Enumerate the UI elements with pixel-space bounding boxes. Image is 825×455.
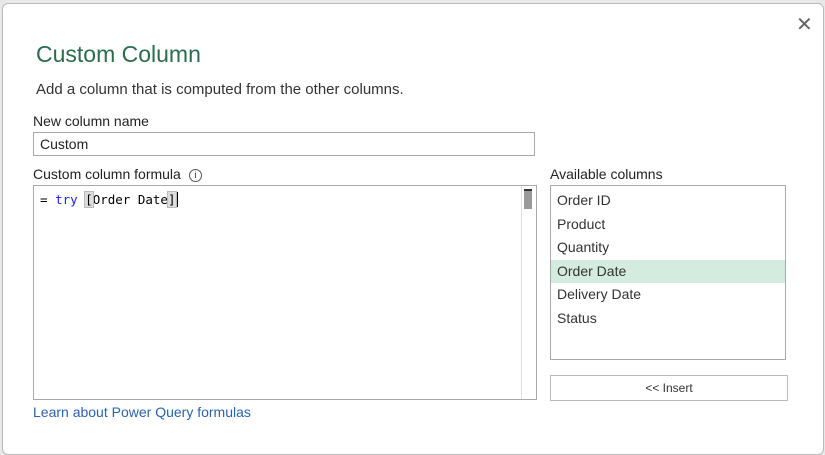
- insert-button[interactable]: << Insert: [550, 375, 788, 401]
- info-icon[interactable]: i: [188, 169, 202, 182]
- formula-field: Order Date: [92, 192, 168, 207]
- dialog-title: Custom Column: [36, 41, 201, 67]
- equals-sign: =: [40, 192, 48, 207]
- dialog-subtitle: Add a column that is computed from the o…: [36, 81, 404, 98]
- close-bracket: ]: [167, 191, 177, 208]
- column-item[interactable]: Delivery Date: [551, 283, 785, 307]
- scroll-thumb[interactable]: [524, 189, 532, 209]
- vertical-scrollbar[interactable]: [521, 186, 536, 399]
- formula-label-text: Custom column formula: [33, 166, 181, 182]
- column-item[interactable]: Order ID: [551, 189, 785, 213]
- formula-label: Custom column formula i: [33, 166, 202, 182]
- new-column-name-input[interactable]: Custom: [33, 132, 535, 156]
- column-item[interactable]: Quantity: [551, 236, 785, 260]
- open-bracket: [: [84, 191, 94, 208]
- formula-editor[interactable]: = try [Order Date]: [33, 185, 537, 400]
- keyword-try: try: [55, 192, 78, 207]
- column-item[interactable]: Status: [551, 307, 785, 331]
- close-icon[interactable]: ✕: [796, 12, 813, 37]
- column-item[interactable]: Product: [551, 213, 785, 237]
- available-columns-label: Available columns: [550, 166, 663, 182]
- learn-formulas-link[interactable]: Learn about Power Query formulas: [33, 404, 251, 420]
- new-column-name-label: New column name: [33, 113, 149, 129]
- column-item-selected[interactable]: Order Date: [551, 259, 785, 283]
- text-cursor: [175, 192, 178, 207]
- available-columns-list[interactable]: Order ID Product Quantity Order Date Del…: [550, 185, 786, 360]
- formula-code: = try [Order Date]: [40, 191, 178, 208]
